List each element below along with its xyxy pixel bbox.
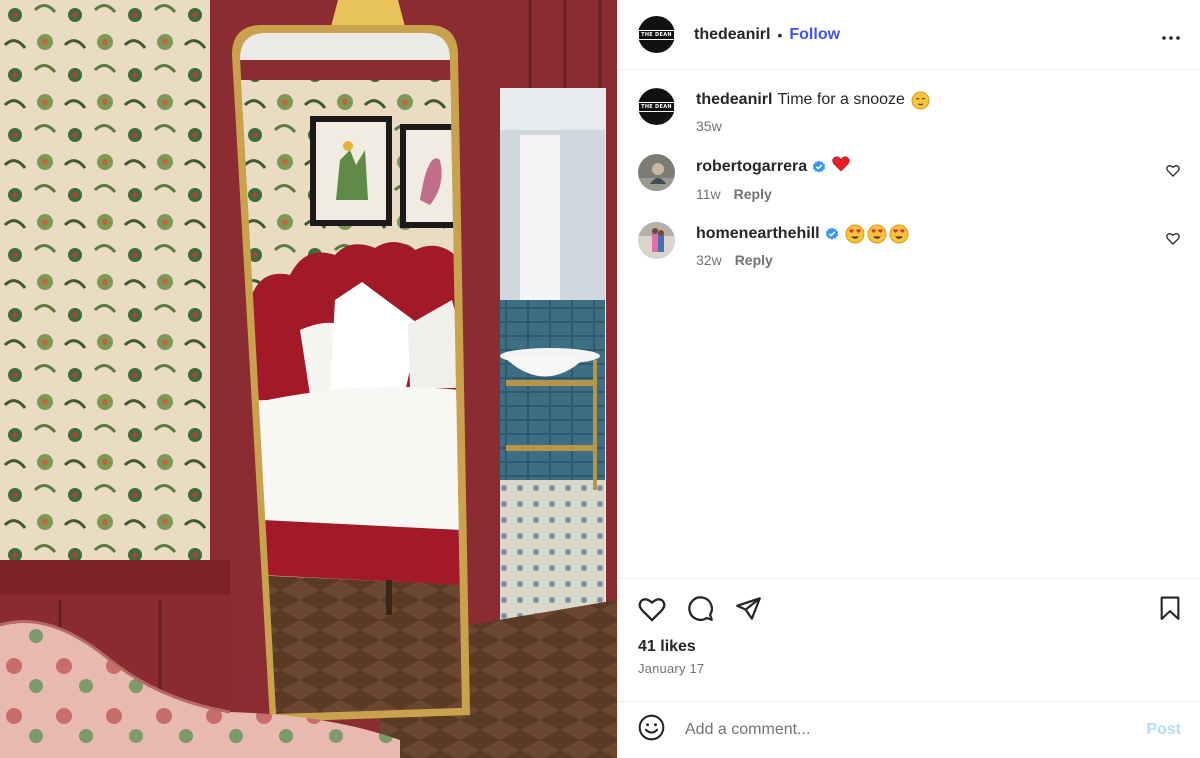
commenter-avatar[interactable] [638,154,675,191]
action-bar [638,595,1181,627]
save-bookmark-icon[interactable] [1159,596,1181,626]
post-comment-button[interactable]: Post [1146,721,1181,739]
comment-time[interactable]: 32w [696,252,722,268]
like-comment-heart-icon[interactable] [1166,232,1180,250]
post-detail-panel: THE DEAN thedeanirl • Follow THE DEAN th… [617,0,1200,758]
comment-item: homenearthehill 32w Reply [638,222,1180,268]
caption: THE DEAN thedeanirl Time for a snooze 35… [638,88,1180,134]
verified-badge-icon [812,160,826,174]
comment-input[interactable] [685,721,1147,739]
commenter-avatar[interactable] [638,222,675,259]
emoji-picker-icon[interactable] [638,714,665,746]
caption-author-avatar[interactable]: THE DEAN [638,88,675,125]
verified-badge-icon [825,227,839,241]
heart-eyes-emoji-icon [889,224,909,244]
red-heart-emoji-icon [832,156,850,178]
share-paper-plane-icon[interactable] [735,596,762,626]
comment-time[interactable]: 11w [696,186,721,202]
comment-item: robertogarrera 11w Reply [638,154,1180,202]
follow-button[interactable]: Follow [789,26,840,44]
more-options-icon[interactable] [1162,24,1180,45]
comments-list: THE DEAN thedeanirl Time for a snooze 35… [618,70,1200,578]
like-heart-icon[interactable] [638,596,666,627]
sleepy-face-emoji-icon [911,90,931,110]
reply-button[interactable]: Reply [735,252,773,268]
caption-time[interactable]: 35w [696,118,722,134]
comment-username[interactable]: homenearthehill [696,224,820,244]
comment-username[interactable]: robertogarrera [696,157,807,177]
reply-button[interactable]: Reply [734,186,772,202]
post-photo [0,0,617,758]
heart-eyes-emoji-icon [845,224,865,244]
post-date[interactable]: January 17 [638,661,1181,676]
comment-bubble-icon[interactable] [687,595,714,627]
avatar-logo-text: THE DEAN [638,29,675,40]
author-username[interactable]: thedeanirl [694,26,770,44]
avatar-logo-text: THE DEAN [638,101,675,112]
post-actions-section: 41 likes January 17 [618,578,1200,701]
caption-text: Time for a snooze [777,91,905,108]
like-comment-heart-icon[interactable] [1166,164,1180,182]
heart-eyes-emoji-icon [867,224,887,244]
add-comment-bar: Post [618,701,1200,758]
separator-dot: • [777,26,783,43]
post-header: THE DEAN thedeanirl • Follow [618,0,1200,70]
author-avatar[interactable]: THE DEAN [638,16,675,53]
post-image[interactable] [0,0,617,758]
caption-username[interactable]: thedeanirl [696,90,772,110]
likes-count[interactable]: 41 likes [638,638,1181,656]
